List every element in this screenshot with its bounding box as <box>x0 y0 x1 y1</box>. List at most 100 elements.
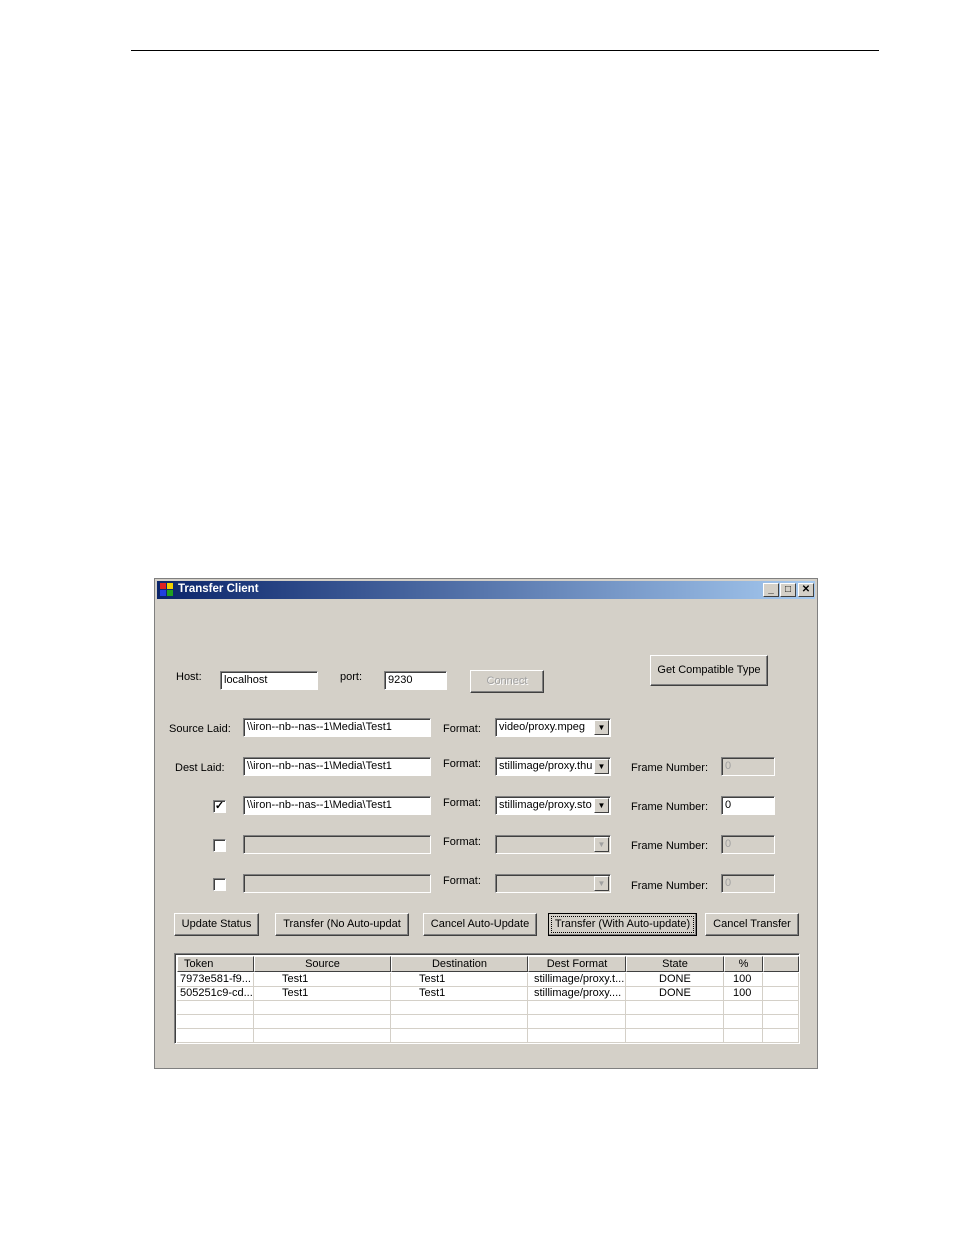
window-title: Transfer Client <box>178 583 259 595</box>
source-format-value: video/proxy.mpeg <box>499 721 586 733</box>
cell-state <box>626 1029 724 1043</box>
dest-row-3-frame-input[interactable]: 0 <box>721 874 775 893</box>
dest-row-3-format-select[interactable]: ▼ <box>495 874 611 893</box>
cell-source: Test1 <box>254 973 391 987</box>
host-input[interactable]: localhost <box>220 671 318 690</box>
dest-row-3-laid-input[interactable] <box>243 874 431 893</box>
chevron-down-icon[interactable]: ▼ <box>594 837 609 852</box>
cell-extra <box>763 1001 799 1015</box>
transfer-no-auto-update-button[interactable]: Transfer (No Auto-updat <box>275 913 409 936</box>
cell-source: Test1 <box>254 987 391 1001</box>
column-header-token[interactable]: Token <box>177 956 254 972</box>
cell-percent <box>724 1029 763 1043</box>
cell-token: 505251c9-cd... <box>177 987 254 1001</box>
column-header-destination[interactable]: Destination <box>391 956 528 972</box>
column-header-source[interactable]: Source <box>254 956 391 972</box>
dest-row-3-checkbox[interactable] <box>213 878 226 891</box>
cell-extra <box>763 987 799 1001</box>
dest-row-2-laid-input[interactable] <box>243 835 431 854</box>
cancel-transfer-button[interactable]: Cancel Transfer <box>705 913 799 936</box>
cell-destination <box>391 1001 528 1015</box>
table-row[interactable]: 7973e581-f9... Test1 Test1 stillimage/pr… <box>177 973 799 987</box>
dest-row-2-format-select[interactable]: ▼ <box>495 835 611 854</box>
chevron-down-icon[interactable]: ▼ <box>594 798 609 813</box>
port-label: port: <box>340 671 363 683</box>
cell-extra <box>763 1015 799 1029</box>
dest-row-1-frame-label: Frame Number: <box>631 801 709 813</box>
dest-row-2-frame-input[interactable]: 0 <box>721 835 775 854</box>
source-format-label: Format: <box>443 723 481 735</box>
dest-format-label: Format: <box>443 758 481 770</box>
cell-percent <box>724 1001 763 1015</box>
transfer-with-auto-update-button[interactable]: Transfer (With Auto-update) <box>548 913 697 936</box>
dest-row-2-format-label: Format: <box>443 836 481 848</box>
cell-state <box>626 1001 724 1015</box>
transfer-status-table[interactable]: Token Source Destination Dest Format Sta… <box>174 953 800 1044</box>
column-header-dest-format[interactable]: Dest Format <box>528 956 626 972</box>
cell-source <box>254 1029 391 1043</box>
table-row[interactable]: 505251c9-cd... Test1 Test1 stillimage/pr… <box>177 987 799 1001</box>
cell-dest-format <box>528 1015 626 1029</box>
cell-destination <box>391 1029 528 1043</box>
page-header-rule <box>131 50 879 51</box>
chevron-down-icon[interactable]: ▼ <box>594 876 609 891</box>
cell-dest-format <box>528 1001 626 1015</box>
cell-destination: Test1 <box>391 987 528 1001</box>
cell-percent: 100 <box>724 973 763 987</box>
cell-extra <box>763 973 799 987</box>
cell-token <box>177 1029 254 1043</box>
port-input[interactable]: 9230 <box>384 671 447 690</box>
update-status-button[interactable]: Update Status <box>174 913 259 936</box>
dest-row-1-format-select[interactable]: stillimage/proxy.story ▼ <box>495 796 611 815</box>
dest-row-3-format-label: Format: <box>443 875 481 887</box>
minimize-icon[interactable]: _ <box>763 583 779 597</box>
dest-row-2-checkbox[interactable] <box>213 839 226 852</box>
frame-number-label: Frame Number: <box>631 762 709 774</box>
chevron-down-icon[interactable]: ▼ <box>594 759 609 774</box>
cell-dest-format: stillimage/proxy.... <box>528 987 626 1001</box>
dest-format-select[interactable]: stillimage/proxy.thum ▼ <box>495 757 611 776</box>
dest-row-3-frame-label: Frame Number: <box>631 880 709 892</box>
cell-token <box>177 1001 254 1015</box>
cell-destination <box>391 1015 528 1029</box>
column-header-state[interactable]: State <box>626 956 724 972</box>
transfer-client-window: Transfer Client _ □ ✕ Host: localhost po… <box>154 578 818 1069</box>
dest-laid-input[interactable]: \\iron--nb--nas--1\Media\Test1 <box>243 757 431 776</box>
cell-dest-format <box>528 1029 626 1043</box>
maximize-icon[interactable]: □ <box>780 583 796 597</box>
dest-laid-label: Dest Laid: <box>175 762 225 774</box>
cell-source <box>254 1015 391 1029</box>
host-label: Host: <box>176 671 202 683</box>
dest-row-1-frame-input[interactable]: 0 <box>721 796 775 815</box>
source-laid-input[interactable]: \\iron--nb--nas--1\Media\Test1 <box>243 718 431 737</box>
cell-dest-format: stillimage/proxy.t... <box>528 973 626 987</box>
cell-extra <box>763 1029 799 1043</box>
dest-format-value: stillimage/proxy.thum <box>499 760 592 772</box>
get-compatible-type-button[interactable]: Get Compatible Type <box>650 655 768 686</box>
table-row[interactable] <box>177 1015 799 1029</box>
chevron-down-icon[interactable]: ▼ <box>594 720 609 735</box>
title-bar[interactable]: Transfer Client _ □ ✕ <box>157 581 815 599</box>
frame-number-input[interactable]: 0 <box>721 757 775 776</box>
dest-row-1-format-value: stillimage/proxy.story <box>499 799 592 811</box>
dest-row-2-frame-label: Frame Number: <box>631 840 709 852</box>
dest-row-1-laid-input[interactable]: \\iron--nb--nas--1\Media\Test1 <box>243 796 431 815</box>
app-window-icon <box>160 583 174 597</box>
close-icon[interactable]: ✕ <box>798 583 814 597</box>
cell-state <box>626 1015 724 1029</box>
cell-destination: Test1 <box>391 973 528 987</box>
table-header: Token Source Destination Dest Format Sta… <box>177 956 799 972</box>
source-format-select[interactable]: video/proxy.mpeg ▼ <box>495 718 611 737</box>
table-row[interactable] <box>177 1029 799 1043</box>
cell-source <box>254 1001 391 1015</box>
cell-token <box>177 1015 254 1029</box>
column-header-percent[interactable]: % <box>724 956 763 972</box>
dest-row-1-format-label: Format: <box>443 797 481 809</box>
dest-row-1-checkbox[interactable]: ✓ <box>213 800 226 813</box>
table-row[interactable] <box>177 1001 799 1015</box>
connect-button[interactable]: Connect <box>470 670 544 693</box>
cell-state: DONE <box>626 973 724 987</box>
column-header-extra[interactable] <box>763 956 799 972</box>
cancel-auto-update-button[interactable]: Cancel Auto-Update <box>423 913 537 936</box>
cell-percent <box>724 1015 763 1029</box>
